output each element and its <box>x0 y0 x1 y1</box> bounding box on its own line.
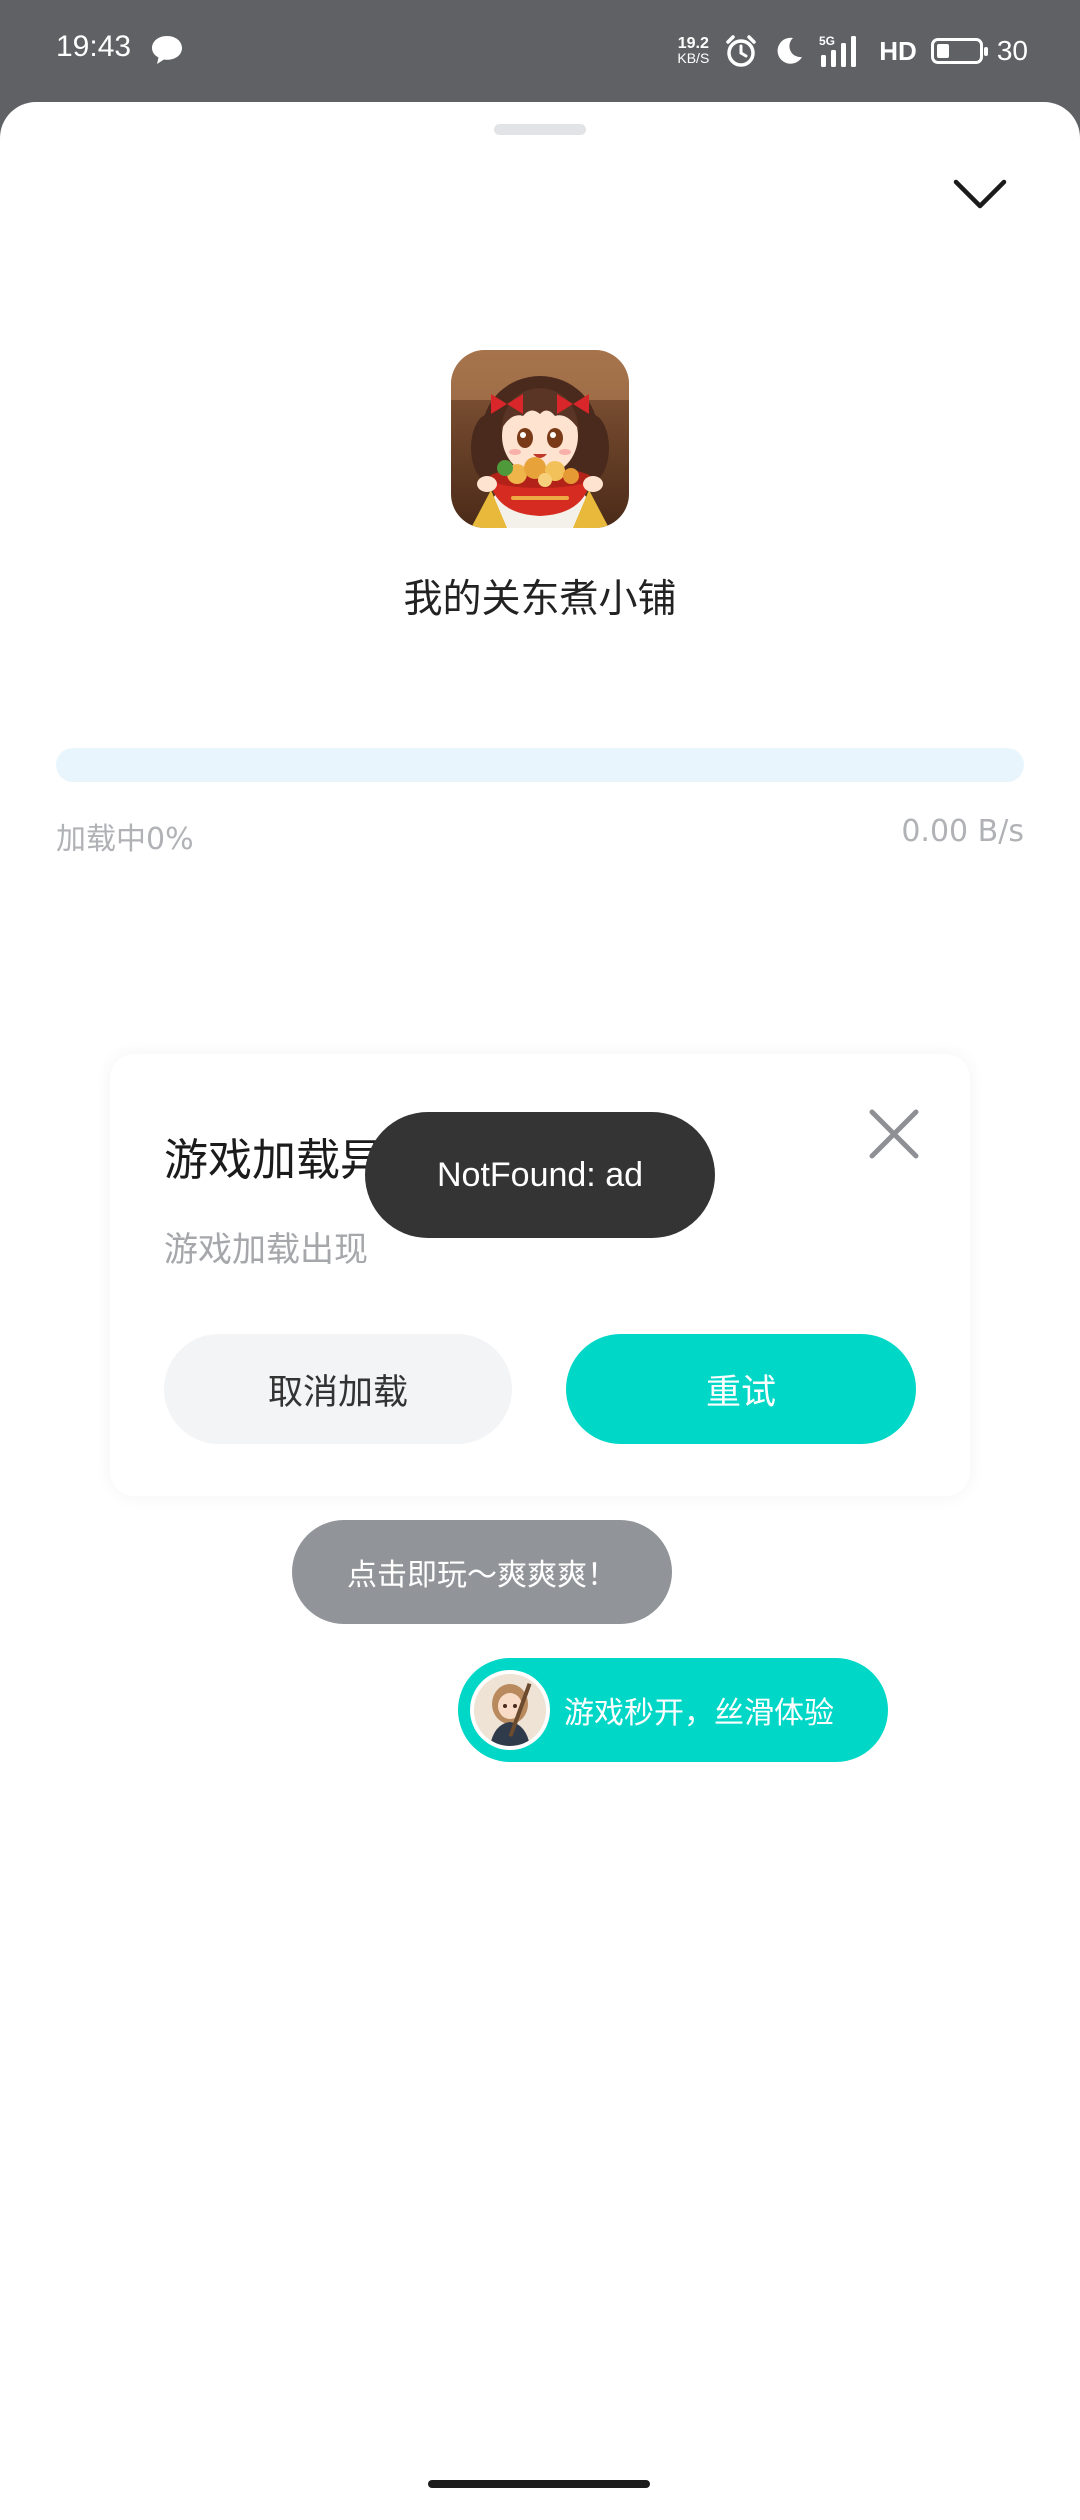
status-icons: 19.2 KB/S 5G HD 30 <box>677 28 1028 74</box>
loading-status-text: 加载中0% <box>56 822 194 857</box>
cancel-loading-button[interactable]: 取消加载 <box>164 1334 512 1444</box>
game-title: 我的关东煮小铺 <box>403 577 677 622</box>
home-indicator[interactable] <box>428 2480 650 2488</box>
alarm-icon <box>726 35 757 67</box>
dialog-message: 游戏加载出现 <box>164 1230 368 1270</box>
battery-fill <box>936 44 949 58</box>
close-icon[interactable] <box>866 1106 922 1162</box>
instant-play-bubble[interactable]: 点击即玩～爽爽爽！ <box>292 1520 672 1624</box>
fast-launch-text: 游戏秒开，丝滑体验 <box>564 1696 834 1731</box>
network-speed-value: 19.2 <box>677 35 709 52</box>
game-loading-sheet: 我的关东煮小铺 加载中0% 0.00 B/s 游戏加载异常 游戏加载出现 取消加… <box>0 102 1080 2520</box>
network-speed-unit: KB/S <box>677 50 710 66</box>
battery-icon <box>930 38 988 64</box>
error-toast: NotFound: ad <box>365 1112 715 1238</box>
game-icon <box>451 350 629 528</box>
loading-speed: 0.00 B/s <box>901 814 1024 849</box>
status-time: 19:43 <box>56 30 132 63</box>
chat-bubble-icon <box>152 36 182 64</box>
chevron-down-icon[interactable] <box>948 166 1012 220</box>
signal-5g-icon: 5G <box>819 34 857 67</box>
fast-launch-bubble[interactable]: 游戏秒开，丝滑体验 <box>458 1658 888 1762</box>
status-bar: 19:43 19.2 KB/S 5G HD 30 <box>0 0 1080 102</box>
loading-progress-bar <box>56 748 1024 782</box>
drag-handle[interactable] <box>494 124 586 135</box>
network-speed: 19.2 KB/S <box>677 35 710 66</box>
retry-button[interactable]: 重试 <box>566 1334 916 1444</box>
hd-label: HD <box>879 35 917 66</box>
moon-icon <box>777 37 803 64</box>
battery-level: 30 <box>996 35 1028 66</box>
character-avatar <box>470 1670 550 1750</box>
svg-text:5G: 5G <box>819 34 835 48</box>
